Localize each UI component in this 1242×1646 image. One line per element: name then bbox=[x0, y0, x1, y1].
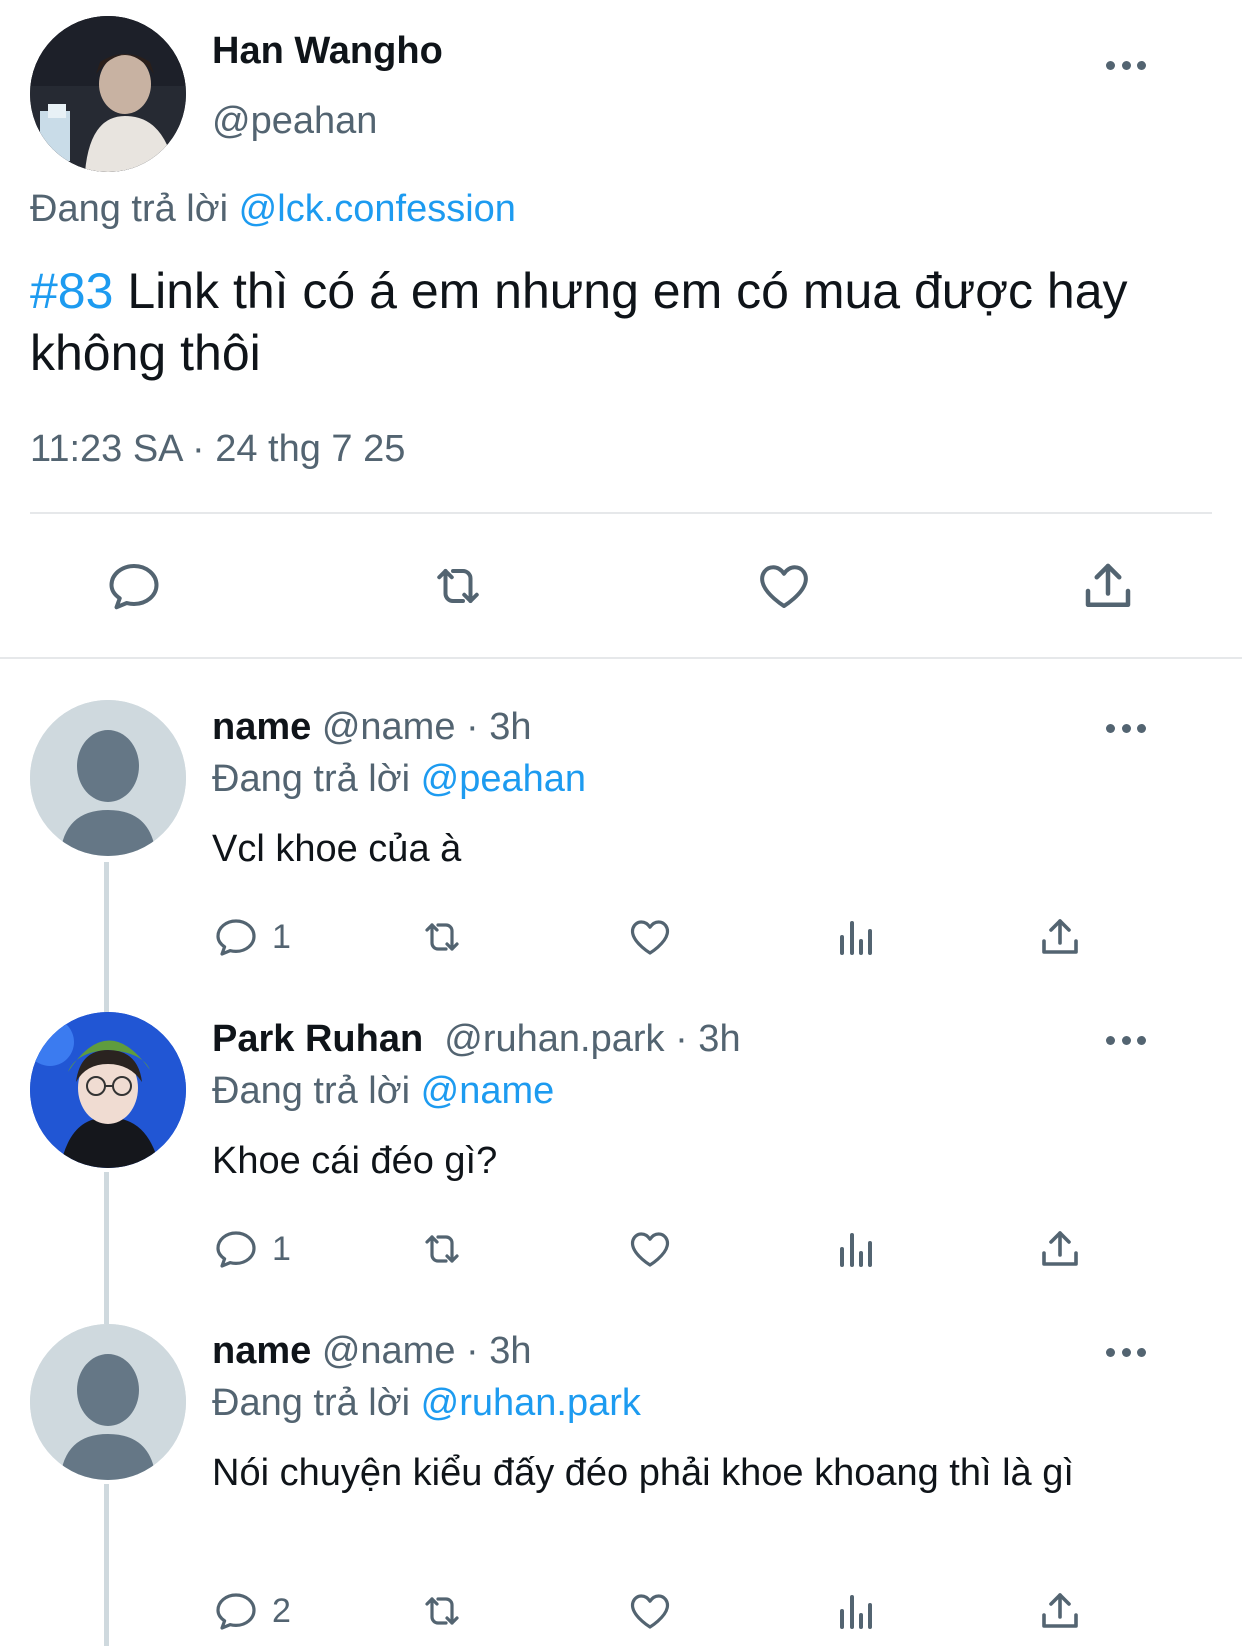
replying-to: Đang trả lời @name bbox=[212, 1070, 554, 1113]
replying-to-link[interactable]: @lck.confession bbox=[239, 188, 516, 230]
author-name[interactable]: Han Wangho bbox=[212, 30, 443, 73]
section-divider bbox=[0, 657, 1242, 659]
retweet-icon[interactable] bbox=[418, 912, 466, 962]
default-avatar[interactable] bbox=[30, 700, 186, 856]
thread-line bbox=[104, 1172, 109, 1324]
tweet-text: #83 Link thì có á em nhưng em có mua đượ… bbox=[30, 260, 1210, 384]
default-avatar[interactable] bbox=[30, 1324, 186, 1480]
replying-to-label: Đang trả lời bbox=[30, 188, 229, 230]
replying-to-link[interactable]: @name bbox=[421, 1070, 555, 1112]
retweet-icon[interactable] bbox=[418, 1586, 466, 1636]
reply-icon bbox=[216, 1231, 256, 1268]
reply-icon[interactable] bbox=[104, 556, 164, 616]
hashtag-link[interactable]: #83 bbox=[30, 263, 113, 319]
views-icon[interactable] bbox=[832, 1586, 880, 1636]
replying-to-link[interactable]: @ruhan.park bbox=[421, 1382, 641, 1424]
reply-header: name @name · 3h bbox=[212, 706, 532, 749]
share-icon[interactable] bbox=[1036, 1224, 1084, 1274]
tweet-body: Link thì có á em nhưng em có mua được ha… bbox=[30, 263, 1128, 381]
reply-author-name[interactable]: name bbox=[212, 706, 311, 748]
author-avatar[interactable] bbox=[30, 16, 186, 172]
reply-icon bbox=[216, 919, 256, 956]
tweet-timestamp[interactable]: 11:23 SA · 24 thg 7 25 bbox=[30, 428, 405, 471]
more-options-icon[interactable] bbox=[1106, 59, 1146, 71]
reply-button[interactable]: 1 bbox=[212, 912, 291, 962]
photo-avatar[interactable] bbox=[30, 1012, 186, 1168]
more-options-icon[interactable] bbox=[1106, 722, 1146, 734]
reply-text: Khoe cái đéo gì? bbox=[212, 1140, 498, 1182]
reply-author-handle[interactable]: @name · 3h bbox=[322, 706, 532, 748]
reply-text: Vcl khoe của à bbox=[212, 828, 462, 870]
reply-count: 1 bbox=[272, 1229, 291, 1268]
replying-to-label: Đang trả lời bbox=[212, 1382, 411, 1424]
author-handle[interactable]: @peahan bbox=[212, 100, 377, 143]
reply-author-name[interactable]: Park Ruhan bbox=[212, 1018, 423, 1060]
thread-line bbox=[104, 1484, 109, 1646]
reply-button[interactable]: 1 bbox=[212, 1224, 291, 1274]
more-options-icon[interactable] bbox=[1106, 1034, 1146, 1046]
like-icon[interactable] bbox=[754, 556, 814, 616]
share-icon[interactable] bbox=[1078, 556, 1138, 616]
divider bbox=[30, 512, 1212, 514]
replying-to-label: Đang trả lời bbox=[212, 758, 411, 800]
reply-header: name @name · 3h bbox=[212, 1330, 532, 1373]
views-icon[interactable] bbox=[832, 1224, 880, 1274]
like-icon[interactable] bbox=[626, 912, 674, 962]
replying-to: Đang trả lời @ruhan.park bbox=[212, 1382, 641, 1425]
reply-count: 1 bbox=[272, 917, 291, 956]
replying-to-link[interactable]: @peahan bbox=[421, 758, 586, 800]
reply-text: Nói chuyện kiểu đấy đéo phải khoe khoang… bbox=[212, 1452, 1074, 1494]
thread-line bbox=[104, 862, 109, 1012]
replying-to: Đang trả lời @peahan bbox=[212, 758, 586, 801]
share-icon[interactable] bbox=[1036, 1586, 1084, 1636]
views-icon[interactable] bbox=[832, 912, 880, 962]
replying-to-label: Đang trả lời bbox=[212, 1070, 411, 1112]
reply-author-name[interactable]: name bbox=[212, 1330, 311, 1372]
retweet-icon[interactable] bbox=[428, 556, 488, 616]
reply-button[interactable]: 2 bbox=[212, 1586, 291, 1636]
more-options-icon[interactable] bbox=[1106, 1346, 1146, 1358]
like-icon[interactable] bbox=[626, 1586, 674, 1636]
reply-author-handle[interactable]: @name · 3h bbox=[322, 1330, 532, 1372]
share-icon[interactable] bbox=[1036, 912, 1084, 962]
reply-author-handle[interactable]: @ruhan.park · 3h bbox=[444, 1018, 740, 1060]
retweet-icon[interactable] bbox=[418, 1224, 466, 1274]
reply-icon bbox=[216, 1593, 256, 1630]
reply-header: Park Ruhan @ruhan.park · 3h bbox=[212, 1018, 741, 1061]
reply-count: 2 bbox=[272, 1591, 291, 1630]
like-icon[interactable] bbox=[626, 1224, 674, 1274]
replying-to: Đang trả lời @lck.confession bbox=[30, 188, 516, 231]
